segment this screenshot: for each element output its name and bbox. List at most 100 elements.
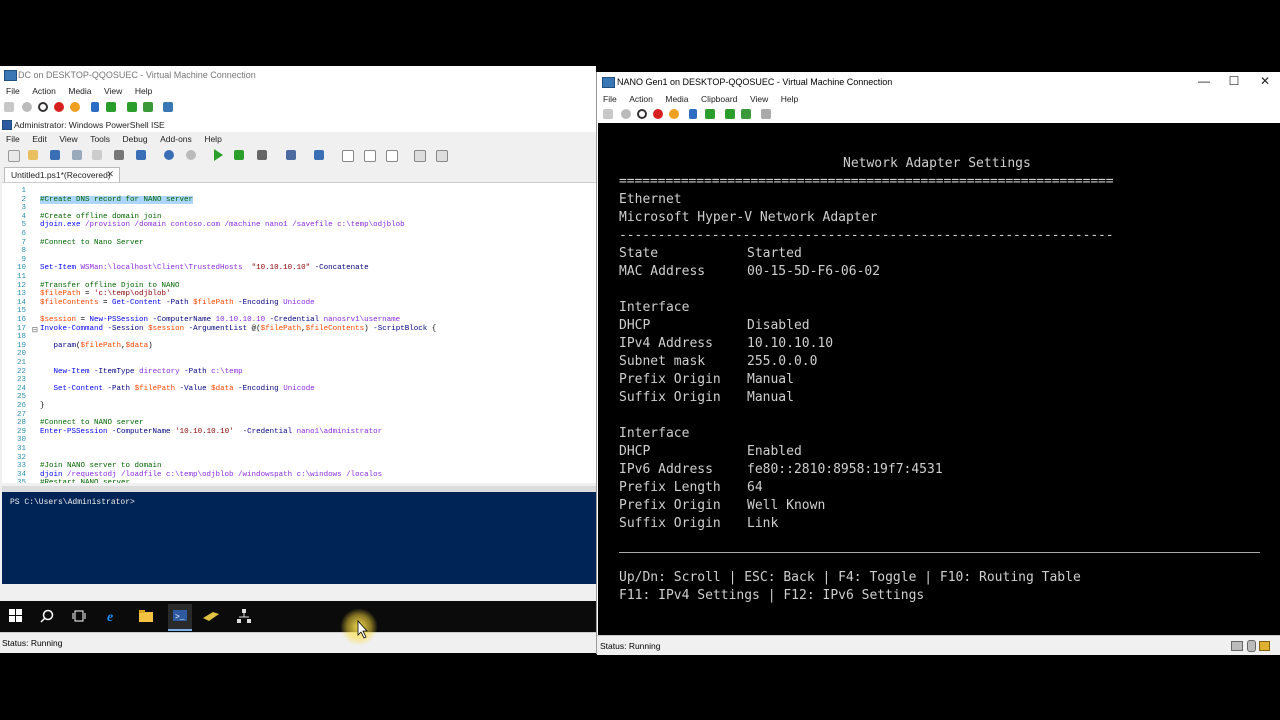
nano-menu-clipboard[interactable]: Clipboard [701, 92, 737, 106]
show-script-right-icon[interactable] [364, 150, 376, 162]
enhanced-session-icon[interactable] [163, 102, 173, 112]
revert-icon[interactable] [143, 102, 153, 112]
line-number: 9 [21, 255, 26, 264]
undo-icon[interactable] [164, 150, 174, 160]
enhanced-session-icon[interactable] [761, 109, 771, 119]
code-line: param($filePath,$data) [53, 341, 153, 350]
nano-console-screen[interactable]: Network Adapter Settings ===============… [598, 123, 1280, 635]
internet-explorer-icon[interactable]: e [106, 609, 120, 625]
resume-icon[interactable] [705, 109, 715, 119]
ise-menu-edit[interactable]: Edit [32, 132, 47, 146]
line-number: 27 [16, 410, 26, 419]
revert-icon[interactable] [741, 109, 751, 119]
clear-console-icon[interactable] [136, 150, 146, 160]
dc-menu-file[interactable]: File [6, 84, 20, 98]
windows-start-icon[interactable] [9, 609, 23, 623]
code-line: New-Item -ItemType directory -Path c:\te… [53, 367, 243, 376]
minimize-button[interactable]: — [1196, 74, 1212, 88]
show-script-max-icon[interactable] [386, 150, 398, 162]
maximize-button[interactable]: ☐ [1226, 74, 1242, 88]
ise-menu-tools[interactable]: Tools [90, 132, 110, 146]
dc-menubar: File Action Media View Help [0, 84, 596, 98]
resume-icon[interactable] [106, 102, 116, 112]
line-number: 12 [16, 281, 26, 290]
checkpoint-icon[interactable] [127, 102, 137, 112]
svg-text:>_: >_ [175, 613, 185, 622]
ise-menu-help[interactable]: Help [204, 132, 221, 146]
turn-off-icon[interactable] [38, 102, 48, 112]
nano-menu-file[interactable]: File [603, 92, 617, 106]
remote-powershell-icon[interactable] [286, 150, 296, 160]
dash-rule: ----------------------------------------… [619, 228, 1114, 243]
ise-menu-view[interactable]: View [59, 132, 77, 146]
file-explorer-icon[interactable] [139, 609, 153, 623]
ctrl-alt-del-icon[interactable] [4, 102, 14, 112]
nano-menu-view[interactable]: View [750, 92, 768, 106]
tab-untitled1[interactable]: Untitled1.ps1*(Recovered) ✕ [4, 167, 120, 183]
network-icon[interactable] [237, 609, 251, 623]
start-icon[interactable] [621, 109, 631, 119]
show-addon-icon[interactable] [436, 150, 448, 162]
task-view-icon[interactable] [72, 609, 86, 623]
pause-icon[interactable] [689, 109, 697, 119]
code-line: djoin.exe /provision /domain contoso.com… [40, 221, 405, 230]
shutdown-icon[interactable] [54, 102, 64, 112]
search-icon[interactable] [40, 609, 54, 623]
script-editor[interactable]: 1 2 #Create DNS record for NANO server 3 4 #C… [2, 182, 596, 483]
setting-value: 10.10.10.10 [747, 336, 834, 351]
pause-icon[interactable] [91, 102, 99, 112]
new-file-icon[interactable] [8, 150, 20, 162]
setting-label: MAC Address [619, 264, 706, 279]
mouse-cursor-highlight [340, 608, 378, 646]
line-number: 7 [21, 238, 26, 247]
ctrl-alt-del-icon[interactable] [603, 109, 613, 119]
checkpoint-icon[interactable] [725, 109, 735, 119]
tools-icon[interactable] [203, 609, 219, 623]
mouse-pointer-icon [357, 619, 368, 639]
stop-icon[interactable] [257, 150, 267, 160]
setting-value: 00-15-5D-F6-06-02 [747, 264, 881, 279]
ise-menu-file[interactable]: File [6, 132, 20, 146]
ise-menu-addons[interactable]: Add-ons [160, 132, 192, 146]
screen-heading: Network Adapter Settings [843, 156, 1031, 171]
show-script-top-icon[interactable] [342, 150, 354, 162]
save-icon[interactable] [669, 109, 679, 119]
open-file-icon[interactable] [28, 150, 38, 160]
dc-titlebar[interactable]: DC on DESKTOP-QQOSUEC - Virtual Machine … [0, 66, 596, 84]
dc-menu-action[interactable]: Action [32, 84, 56, 98]
setting-label: Suffix Origin [619, 390, 721, 405]
paste-icon[interactable] [114, 150, 124, 160]
line-number: 6 [21, 230, 26, 238]
close-tab-icon[interactable]: ✕ [106, 169, 114, 180]
show-command-icon[interactable] [414, 150, 426, 162]
shutdown-icon[interactable] [653, 109, 663, 119]
line-number: 14 [16, 298, 26, 307]
nano-menu-media[interactable]: Media [665, 92, 688, 106]
console-pane[interactable]: PS C:\Users\Administrator> [2, 492, 596, 584]
run-selection-icon[interactable] [234, 150, 244, 160]
collapse-toggle-icon[interactable]: ⊟ [30, 325, 38, 335]
copy-icon[interactable] [92, 150, 102, 160]
ise-menubar: File Edit View Tools Debug Add-ons Help [0, 132, 596, 146]
cut-icon[interactable] [72, 150, 82, 160]
dc-menu-view[interactable]: View [104, 84, 122, 98]
save-icon[interactable] [70, 102, 80, 112]
powershell-ise-window: Administrator: Windows PowerShell ISE Fi… [0, 118, 596, 652]
line-number: 34 [16, 470, 26, 479]
nano-menu-help[interactable]: Help [781, 92, 798, 106]
turn-off-icon[interactable] [637, 109, 647, 119]
nano-titlebar[interactable]: NANO Gen1 on DESKTOP-QQOSUEC - Virtual M… [597, 72, 1280, 92]
start-powershell-icon[interactable] [314, 150, 324, 160]
ise-titlebar[interactable]: Administrator: Windows PowerShell ISE [0, 118, 596, 132]
vm-connection-icon [4, 70, 17, 81]
start-icon[interactable] [22, 102, 32, 112]
run-script-icon[interactable] [214, 149, 223, 161]
nano-menu-action[interactable]: Action [629, 92, 653, 106]
dc-menu-help[interactable]: Help [135, 84, 152, 98]
ise-menu-debug[interactable]: Debug [123, 132, 148, 146]
save-file-icon[interactable] [50, 150, 60, 160]
powershell-ise-icon[interactable]: >_ [168, 604, 192, 631]
redo-icon[interactable] [186, 150, 196, 160]
close-button[interactable]: ✕ [1257, 74, 1273, 88]
dc-menu-media[interactable]: Media [68, 84, 91, 98]
